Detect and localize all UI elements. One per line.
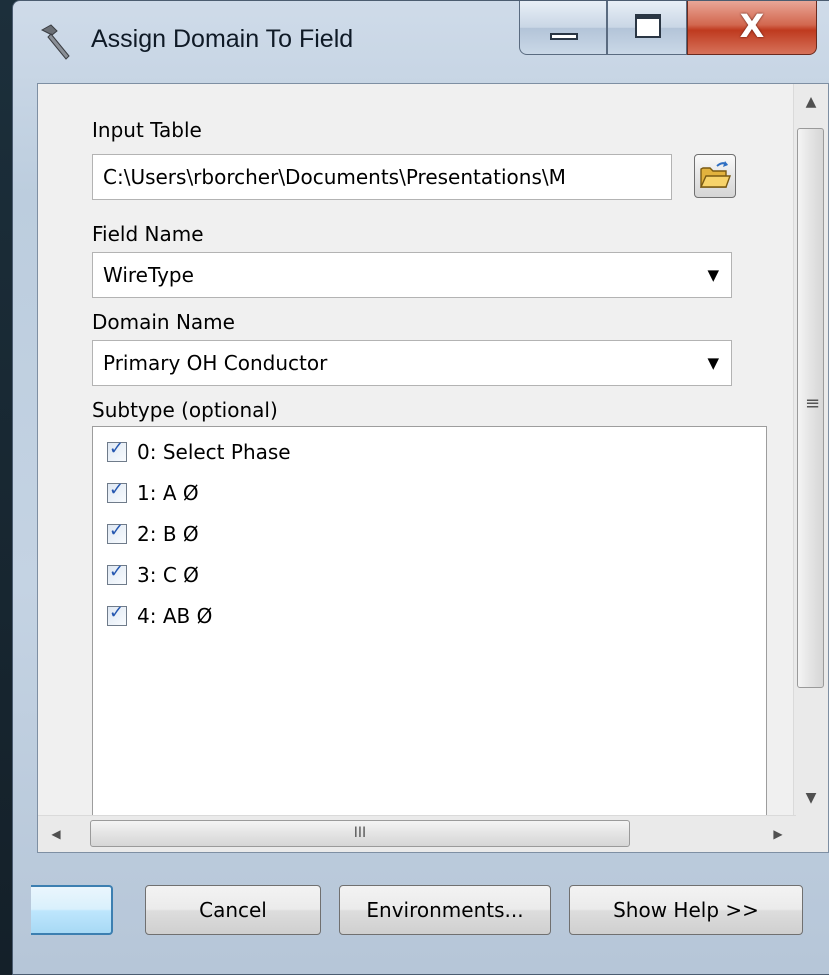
cancel-button[interactable]: Cancel (145, 885, 321, 935)
checkbox[interactable]: ✓ (107, 438, 127, 462)
browse-button[interactable] (694, 154, 736, 198)
checkmark-icon: ✓ (109, 520, 125, 541)
checkmark-icon: ✓ (109, 438, 125, 459)
input-table-field[interactable]: C:\Users\rborcher\Documents\Presentation… (92, 154, 672, 200)
environments-button[interactable]: Environments... (339, 885, 551, 935)
list-item[interactable]: ✓ 0: Select Phase (107, 435, 291, 469)
checkmark-icon: ✓ (109, 479, 125, 500)
domain-name-label: Domain Name (92, 310, 235, 334)
list-item[interactable]: ✓ 2: B Ø (107, 517, 199, 551)
folder-open-icon (699, 161, 731, 188)
scrollbar-corner (794, 816, 828, 852)
subtype-label: Subtype (optional) (92, 398, 278, 422)
list-item[interactable]: ✓ 4: AB Ø (107, 599, 212, 633)
field-name-value: WireType (103, 263, 194, 287)
show-help-button[interactable]: Show Help >> (569, 885, 803, 935)
field-name-label: Field Name (92, 222, 204, 246)
scroll-left-icon[interactable]: ◀ (38, 816, 74, 852)
list-item-label: 3: C Ø (137, 563, 199, 587)
window-title: Assign Domain To Field (91, 25, 354, 53)
list-item[interactable]: ✓ 1: A Ø (107, 476, 199, 510)
field-name-dropdown[interactable]: WireType ▼ (92, 252, 732, 298)
checkbox[interactable]: ✓ (107, 602, 127, 626)
horizontal-scroll-thumb[interactable]: III (90, 820, 630, 847)
checkbox[interactable]: ✓ (107, 561, 127, 585)
grip-icon: ≡ (805, 393, 821, 414)
chevron-down-icon: ▼ (707, 354, 719, 372)
list-item-label: 1: A Ø (137, 481, 199, 505)
input-table-label: Input Table (92, 118, 202, 142)
maximize-icon (635, 14, 661, 38)
domain-name-dropdown[interactable]: Primary OH Conductor ▼ (92, 340, 732, 386)
ok-button[interactable] (31, 885, 113, 935)
caption-buttons: X (519, 1, 817, 57)
chevron-down-icon: ▼ (707, 266, 719, 284)
assign-domain-dialog: Assign Domain To Field X Input Table C:\… (12, 0, 829, 975)
checkbox[interactable]: ✓ (107, 520, 127, 544)
list-item-label: 0: Select Phase (137, 440, 291, 464)
list-item-label: 4: AB Ø (137, 604, 213, 628)
minimize-icon (550, 33, 578, 40)
scroll-up-icon[interactable]: ▲ (794, 84, 828, 120)
scroll-right-icon[interactable]: ▶ (760, 816, 796, 852)
vertical-scroll-thumb[interactable]: ≡ (797, 128, 824, 688)
parameters-panel: Input Table C:\Users\rborcher\Documents\… (37, 83, 829, 853)
vertical-scrollbar[interactable]: ▲ ≡ ▼ (793, 84, 828, 816)
close-button[interactable]: X (687, 1, 817, 55)
checkmark-icon: ✓ (109, 602, 125, 623)
domain-name-value: Primary OH Conductor (103, 351, 328, 375)
list-item-label: 2: B Ø (137, 522, 199, 546)
close-icon: X (739, 7, 765, 45)
scroll-down-icon[interactable]: ▼ (794, 780, 828, 816)
hammer-icon (40, 24, 70, 60)
list-item[interactable]: ✓ 3: C Ø (107, 558, 199, 592)
button-bar: Cancel Environments... Show Help >> (31, 853, 829, 963)
checkmark-icon: ✓ (109, 561, 125, 582)
minimize-button[interactable] (519, 1, 607, 55)
maximize-button[interactable] (607, 1, 687, 55)
checkbox[interactable]: ✓ (107, 479, 127, 503)
subtype-checklist[interactable]: ✓ 0: Select Phase ✓ 1: A Ø ✓ 2: B Ø ✓ 3:… (92, 426, 767, 816)
horizontal-scrollbar[interactable]: ◀ III ▶ (38, 815, 796, 852)
title-bar[interactable]: Assign Domain To Field X (13, 1, 829, 83)
